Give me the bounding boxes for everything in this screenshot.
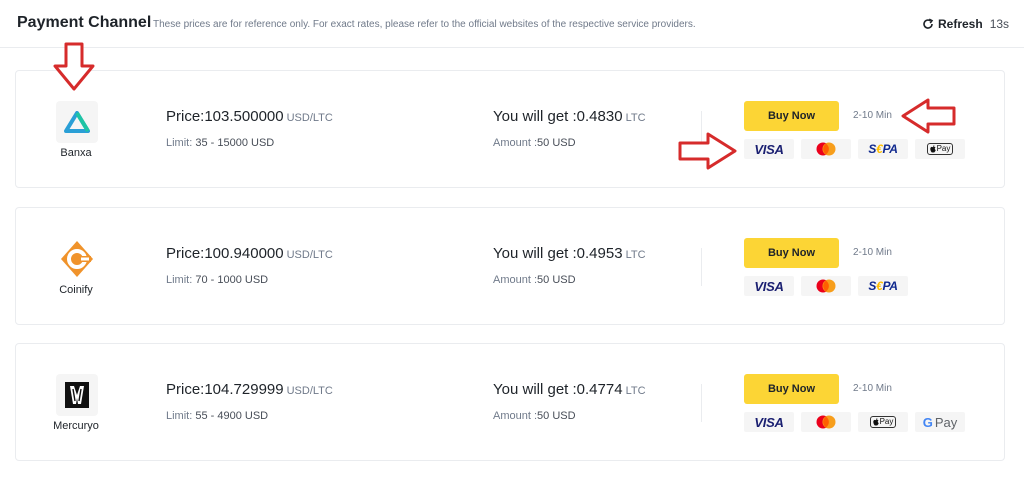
mastercard-icon [801,139,851,159]
spend-amount: Amount :50 USD [493,274,576,286]
sepa-s: S [868,279,877,293]
receive-label: You will get : [493,381,577,398]
purchase-limit: Limit: 55 - 4900 USD [166,410,268,422]
sepa-icon: S€PA [858,139,908,159]
amount-label: Amount : [493,410,538,422]
visa-icon: VISA [744,139,794,159]
apple-pay-label: Pay [936,144,951,153]
coinify-logo [56,238,98,280]
spend-amount: Amount :50 USD [493,137,576,149]
apple-pay-icon: Pay [915,139,965,159]
receive-unit: LTC [625,249,646,261]
receive-quote: You will get :0.4953 LTC [493,245,646,262]
limit-value: 70 - 1000 USD [195,274,269,286]
refresh-button[interactable]: Refresh 13s [922,17,1009,31]
purchase-limit: Limit: 70 - 1000 USD [166,274,268,286]
price-label: Price: [166,108,205,125]
processing-time: 2-10 Min [853,110,892,121]
receive-quote: You will get :0.4830 LTC [493,108,646,125]
payment-methods: VISA S€PA Pay [744,139,965,159]
receive-unit: LTC [625,385,646,397]
limit-label: Limit: [166,137,193,149]
price-quote: Price:100.940000 USD/LTC [166,245,333,262]
sepa-pa: PA [882,279,898,293]
receive-label: You will get : [493,108,577,125]
limit-label: Limit: [166,410,193,422]
price-value: 104.729999 [204,381,284,398]
receive-label: You will get : [493,245,577,262]
amount-label: Amount : [493,137,538,149]
page-header: Payment Channel These prices are for ref… [0,0,1024,48]
divider [701,384,702,422]
limit-value: 35 - 15000 USD [195,137,275,149]
provider-card-coinify: Coinify Price:100.940000 USD/LTC Limit: 7… [15,207,1005,325]
google-g: G [922,414,933,430]
provider-card-banxa: Banxa Price:103.500000 USD/LTC Limit: 35 … [15,70,1005,188]
provider-card-mercuryo: Mercuryo Price:104.729999 USD/LTC Limit: … [15,343,1005,461]
payment-methods: VISA S€PA [744,276,908,296]
provider-name: Mercuryo [53,420,99,432]
refresh-countdown: 13s [989,17,1010,31]
price-quote: Price:104.729999 USD/LTC [166,381,333,398]
annotation-arrow-down-icon [53,42,95,91]
buy-now-button[interactable]: Buy Now [744,101,839,131]
coinify-logo-icon [61,241,93,277]
amount-label: Amount : [493,274,538,286]
processing-time: 2-10 Min [853,247,892,258]
reference-disclaimer: These prices are for reference only. For… [153,19,696,30]
mercuryo-logo [56,374,98,416]
visa-label: VISA [754,278,784,294]
annotation-arrow-right-icon [678,132,737,170]
refresh-label: Refresh [938,17,983,31]
annotation-arrow-left-icon [901,98,956,134]
price-unit: USD/LTC [286,112,333,124]
mastercard-icon [801,412,851,432]
receive-value: 0.4774 [576,381,623,398]
spend-amount: Amount :50 USD [493,410,576,422]
banxa-logo-icon [64,111,90,133]
apple-pay-icon: Pay [858,412,908,432]
visa-icon: VISA [744,412,794,432]
sepa-pa: PA [882,142,898,156]
amount-value: 50 USD [537,274,576,286]
visa-label: VISA [754,141,784,157]
banxa-logo [56,101,98,143]
provider-name: Coinify [59,284,93,296]
price-value: 100.940000 [204,245,284,262]
google-pay-icon: G Pay [915,412,965,432]
divider [701,248,702,286]
limit-value: 55 - 4900 USD [195,410,269,422]
receive-quote: You will get :0.4774 LTC [493,381,646,398]
price-value: 103.500000 [204,108,284,125]
price-quote: Price:103.500000 USD/LTC [166,108,333,125]
receive-value: 0.4830 [576,108,623,125]
apple-pay-label: Pay [879,417,894,426]
receive-unit: LTC [625,112,646,124]
price-label: Price: [166,381,205,398]
amount-value: 50 USD [537,410,576,422]
amount-value: 50 USD [537,137,576,149]
sepa-icon: S€PA [858,276,908,296]
processing-time: 2-10 Min [853,383,892,394]
mastercard-icon [801,276,851,296]
price-unit: USD/LTC [286,249,333,261]
limit-label: Limit: [166,274,193,286]
price-label: Price: [166,245,205,262]
purchase-limit: Limit: 35 - 15000 USD [166,137,274,149]
buy-now-button[interactable]: Buy Now [744,238,839,268]
google-pay-label: Pay [934,414,958,430]
sepa-s: S [868,142,877,156]
buy-now-button[interactable]: Buy Now [744,374,839,404]
visa-label: VISA [754,414,784,430]
mercuryo-logo-icon [65,382,89,408]
receive-value: 0.4953 [576,245,623,262]
refresh-icon [923,18,934,29]
page-title: Payment Channel [17,14,152,31]
price-unit: USD/LTC [286,385,333,397]
provider-name: Banxa [60,147,92,159]
visa-icon: VISA [744,276,794,296]
payment-methods: VISA Pay G Pay [744,412,965,432]
